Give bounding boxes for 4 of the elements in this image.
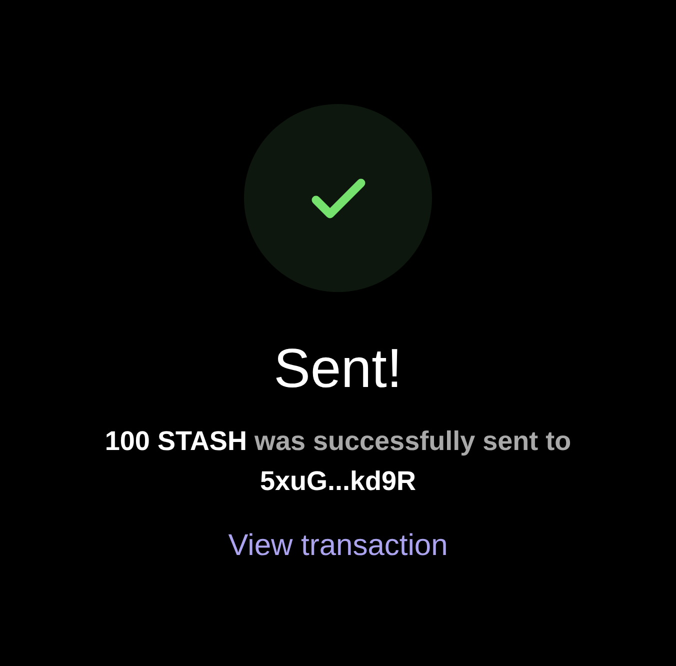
sent-heading: Sent! [274, 337, 402, 399]
sent-message: 100 STASH was successfully sent to 5xuG...kd9R [104, 425, 572, 498]
view-transaction-link[interactable]: View transaction [228, 526, 448, 566]
success-check-icon [244, 104, 432, 292]
